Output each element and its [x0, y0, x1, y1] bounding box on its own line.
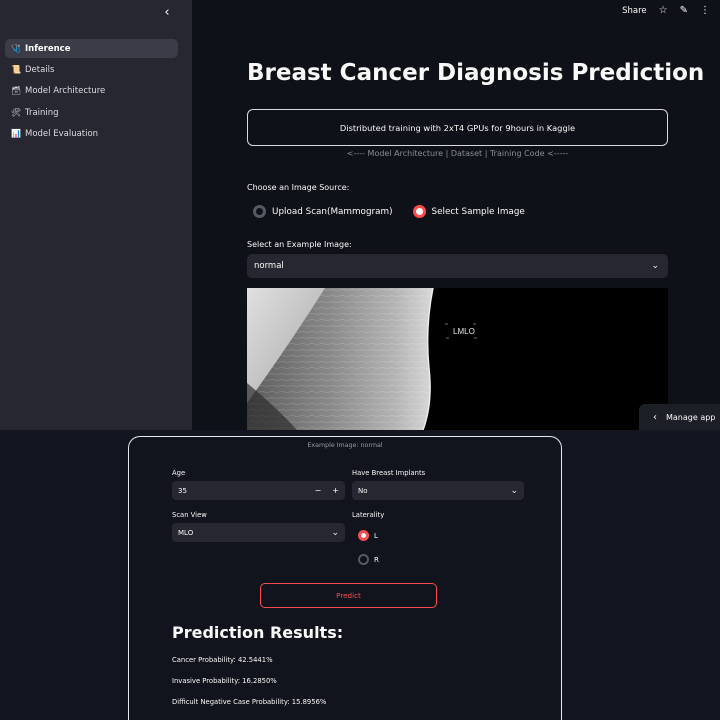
example-image-select[interactable]: normal ⌄ [247, 254, 668, 278]
decrement-button[interactable]: − [315, 486, 322, 495]
sidebar-item-model-architecture[interactable]: 🗃 Model Architecture [5, 82, 178, 101]
prediction-card: Example Image: normal Age 35 − + Have Br… [128, 436, 562, 720]
age-value: 35 [178, 486, 187, 495]
sidebar-item-label: Model Evaluation [25, 129, 99, 140]
manage-app-button[interactable]: ‹ Manage app [639, 404, 720, 430]
predict-button[interactable]: Predict [260, 583, 437, 608]
chevron-down-icon: ⌄ [651, 261, 659, 271]
radio-label: R [374, 555, 379, 564]
top-toolbar: Share ☆ ✎ ⋮ [622, 5, 710, 16]
sidebar-item-model-evaluation[interactable]: 📊 Model Evaluation [5, 125, 178, 144]
sidebar-item-training[interactable]: 🛠 Training [5, 103, 178, 122]
radio-laterality-l[interactable]: L [358, 530, 378, 541]
chevron-left-icon: ‹ [653, 411, 657, 423]
sidebar: ‹ 🩺 Inference 📜 Details 🗃 Model Architec… [0, 0, 192, 430]
scroll-icon: 📜 [11, 64, 21, 74]
implants-label: Have Breast Implants [352, 469, 426, 477]
cancer-probability: Cancer Probability: 42.5441% [172, 656, 273, 664]
increment-button[interactable]: + [332, 486, 339, 495]
collapse-sidebar-icon[interactable]: ‹ [160, 6, 174, 20]
mammogram-image: LMLO [247, 288, 668, 430]
example-image-label: Select an Example Image: [247, 240, 352, 249]
stethoscope-icon: 🩺 [11, 43, 21, 53]
select-value: MLO [178, 528, 194, 537]
image-caption: Example Image: normal [307, 442, 383, 449]
implants-select[interactable]: No ⌄ [352, 481, 524, 500]
manage-app-label: Manage app [666, 412, 716, 422]
file-cabinet-icon: 🗃 [11, 86, 22, 96]
info-box: Distributed training with 2xT4 GPUs for … [247, 109, 668, 146]
age-number-input[interactable]: 35 − + [172, 481, 345, 500]
radio-label: Select Sample Image [431, 206, 525, 217]
age-label: Age [172, 469, 186, 477]
tools-icon: 🛠 [11, 107, 22, 117]
radio-label: Upload Scan(Mammogram) [272, 206, 393, 217]
sidebar-item-label: Model Architecture [25, 86, 106, 97]
radio-label: L [374, 531, 378, 540]
select-value: normal [254, 261, 284, 271]
app-view-bottom: Example Image: normal Age 35 − + Have Br… [0, 430, 720, 720]
results-title: Prediction Results: [172, 623, 344, 642]
difficult-negative-probability: Difficult Negative Case Probability: 15.… [172, 698, 327, 706]
radio-selected-icon [412, 205, 426, 218]
bar-chart-icon: 📊 [11, 129, 21, 139]
sidebar-item-label: Details [25, 64, 55, 75]
sidebar-item-inference[interactable]: 🩺 Inference [5, 39, 178, 58]
chevron-down-icon: ⌄ [510, 485, 518, 496]
sidebar-item-label: Inference [25, 43, 71, 54]
radio-unselected-icon [358, 554, 369, 565]
more-menu-icon[interactable]: ⋮ [700, 5, 710, 16]
radio-selected-icon [358, 530, 369, 541]
scan-view-select[interactable]: MLO ⌄ [172, 523, 345, 542]
sidebar-item-label: Training [25, 107, 59, 118]
radio-select-sample[interactable]: Select Sample Image [412, 205, 525, 218]
edit-pencil-icon[interactable]: ✎ [680, 5, 688, 16]
star-icon[interactable]: ☆ [659, 5, 668, 16]
select-value: No [358, 486, 368, 495]
sidebar-nav: 🩺 Inference 📜 Details 🗃 Model Architectu… [5, 39, 178, 146]
app-view-top: ‹ 🩺 Inference 📜 Details 🗃 Model Architec… [0, 0, 720, 430]
image-source-radio-group: Upload Scan(Mammogram) Select Sample Ima… [253, 205, 545, 218]
radio-upload-scan[interactable]: Upload Scan(Mammogram) [253, 205, 393, 218]
resource-links[interactable]: <---- Model Architecture | Dataset | Tra… [247, 149, 668, 158]
page-title: Breast Cancer Diagnosis Prediction [247, 60, 705, 86]
radio-laterality-r[interactable]: R [358, 554, 379, 565]
chevron-down-icon: ⌄ [331, 527, 339, 538]
image-view-tag: LMLO [453, 327, 475, 336]
sidebar-item-details[interactable]: 📜 Details [5, 60, 178, 79]
scan-view-label: Scan View [172, 511, 207, 519]
mammogram-svg: LMLO [247, 288, 668, 430]
invasive-probability: Invasive Probability: 16.2850% [172, 677, 277, 685]
radio-unselected-icon [253, 205, 266, 218]
image-source-label: Choose an Image Source: [247, 183, 350, 192]
age-stepper: − + [315, 486, 339, 495]
share-button[interactable]: Share [622, 6, 647, 16]
laterality-label: Laterality [352, 511, 385, 519]
